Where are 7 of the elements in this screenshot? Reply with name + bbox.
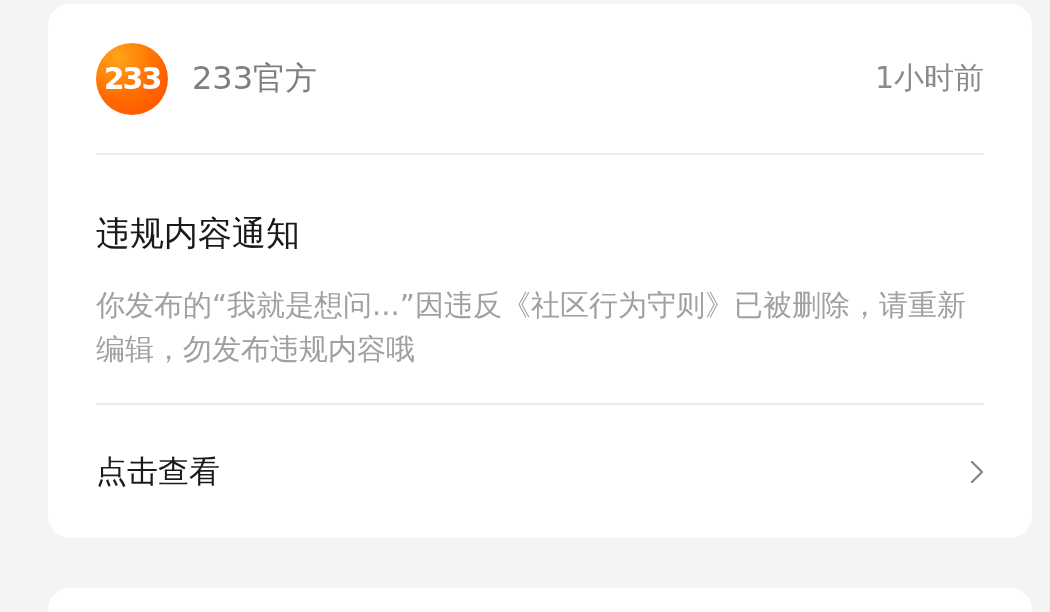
notification-message: 你发布的“我就是想问...”因违反《社区行为守则》已被删除，请重新编辑，勿发布违规内容哦: [96, 287, 967, 369]
view-details-link[interactable]: 点击查看: [96, 405, 984, 538]
notification-title: 违规内容通知: [96, 212, 301, 256]
chevron-right-icon: [970, 459, 984, 484]
sender-name: 233官方: [192, 57, 318, 99]
logo-icon: 233: [96, 42, 168, 115]
timestamp: 1小时前: [874, 59, 984, 98]
